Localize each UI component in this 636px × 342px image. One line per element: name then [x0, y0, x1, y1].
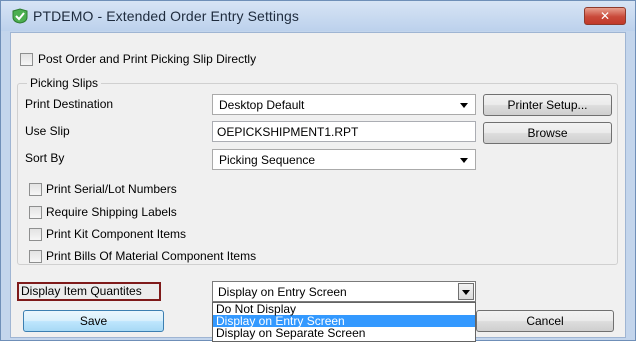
printer-setup-button[interactable]: Printer Setup... — [483, 94, 612, 116]
dropdown-option[interactable]: Display on Separate Screen — [213, 327, 475, 339]
require-shipping-labels-label: Require Shipping Labels — [46, 205, 177, 219]
print-destination-label: Print Destination — [25, 97, 114, 111]
print-bom-component-label: Print Bills Of Material Component Items — [46, 249, 257, 263]
cancel-label: Cancel — [526, 314, 564, 328]
sort-by-value: Picking Sequence — [219, 153, 316, 167]
print-kit-component-checkbox[interactable] — [29, 228, 42, 241]
close-icon: ✕ — [599, 9, 611, 23]
chevron-down-icon — [460, 103, 468, 108]
picking-slips-title: Picking Slips — [27, 76, 102, 90]
use-slip-value: OEPICKSHIPMENT1.RPT — [217, 125, 359, 139]
title-bar[interactable]: PTDEMO - Extended Order Entry Settings ✕ — [1, 1, 635, 31]
close-button[interactable]: ✕ — [584, 7, 626, 25]
sort-by-label: Sort By — [25, 151, 65, 165]
print-serial-lot-checkbox[interactable] — [29, 183, 42, 196]
save-label: Save — [79, 314, 108, 328]
check-shield-icon — [12, 8, 28, 24]
display-item-quantities-dropdown: Do Not Display Display on Entry Screen D… — [212, 302, 476, 342]
chevron-down-icon — [460, 158, 468, 163]
display-item-quantities-label: Display Item Quantites — [21, 284, 142, 298]
display-item-quantities-value: Display on Entry Screen — [218, 285, 347, 299]
browse-button[interactable]: Browse — [483, 122, 612, 144]
print-serial-lot-label: Print Serial/Lot Numbers — [46, 182, 177, 196]
print-destination-value: Desktop Default — [219, 98, 305, 112]
print-destination-select[interactable]: Desktop Default — [212, 94, 476, 115]
browse-label: Browse — [527, 126, 568, 140]
cancel-button[interactable]: Cancel — [476, 310, 614, 332]
settings-dialog: PTDEMO - Extended Order Entry Settings ✕… — [0, 0, 636, 342]
use-slip-label: Use Slip — [25, 124, 70, 138]
print-kit-component-label: Print Kit Component Items — [46, 227, 187, 241]
window-title: PTDEMO - Extended Order Entry Settings — [33, 8, 300, 24]
display-item-quantities-select[interactable]: Display on Entry Screen — [212, 281, 476, 302]
printer-setup-label: Printer Setup... — [507, 98, 588, 112]
require-shipping-labels-checkbox[interactable] — [29, 206, 42, 219]
print-bom-component-checkbox[interactable] — [29, 250, 42, 263]
chevron-down-icon[interactable] — [458, 283, 474, 300]
sort-by-select[interactable]: Picking Sequence — [212, 149, 476, 170]
save-button[interactable]: Save — [23, 310, 164, 332]
use-slip-input[interactable]: OEPICKSHIPMENT1.RPT — [212, 121, 476, 142]
post-order-checkbox[interactable] — [20, 53, 33, 66]
post-order-label: Post Order and Print Picking Slip Direct… — [38, 52, 257, 66]
